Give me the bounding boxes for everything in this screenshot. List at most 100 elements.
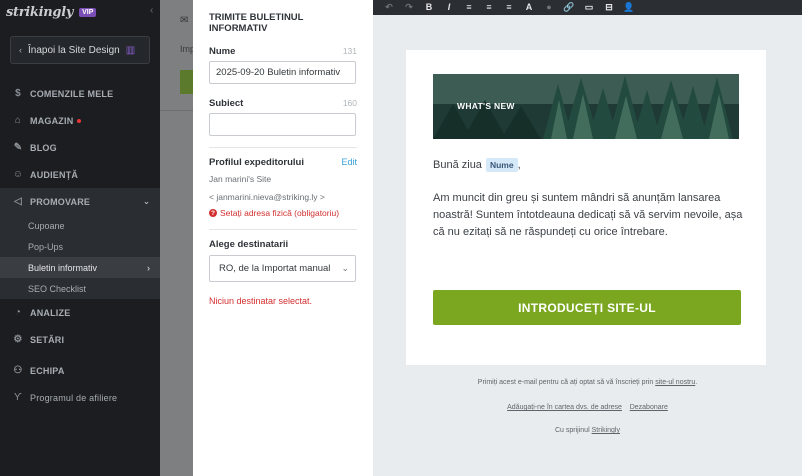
greeting-text: Bună ziua: [433, 159, 482, 171]
undo-icon[interactable]: ↶: [379, 0, 399, 15]
greeting-line[interactable]: Bună ziua Nume ,: [433, 158, 521, 172]
background-divider: [160, 110, 193, 111]
unsubscribe-link[interactable]: Dezabonare: [630, 404, 668, 411]
affiliate-icon: ϒ: [14, 392, 22, 403]
chevron-down-icon: ⌄: [341, 263, 349, 273]
person-icon[interactable]: 👤: [619, 0, 639, 15]
font-color-icon[interactable]: A: [519, 0, 539, 15]
subitem-label: Pop-Ups: [28, 241, 64, 252]
chart-icon: ◔: [14, 307, 22, 318]
question-icon: ?: [209, 209, 217, 217]
chevron-left-icon: ‹: [19, 45, 22, 55]
strikingly-link[interactable]: Strikingly: [592, 427, 620, 434]
sidebar-item-label: BLOG: [30, 142, 57, 153]
promotion-submenu: Cupoane Pop-Ups Buletin informativ › SEO…: [0, 215, 160, 299]
subitem-label: Cupoane: [28, 220, 65, 231]
footer-support-line: Cu sprijinul Strikingly: [373, 427, 802, 434]
recipients-selected-value: RO, de la Importat manual: [219, 263, 331, 274]
footer-links-line: Adăugați-ne în cartea dvs. de adrese Dez…: [373, 404, 802, 411]
sidebar-item-orders[interactable]: $ COMENZILE MELE: [0, 80, 160, 107]
sidebar-subitem-newsletter[interactable]: Buletin informativ ›: [0, 257, 160, 278]
panel-title: TRIMITE BULETINUL INFORMATIV: [209, 12, 304, 34]
sidebar-item-label: MAGAZIN: [30, 115, 74, 126]
sidebar-item-settings[interactable]: ⚙ SETĂRI: [0, 326, 160, 353]
sidebar-subitem-popups[interactable]: Pop-Ups: [0, 236, 160, 257]
footer-optin-line: Primiți acest e-mail pentru că ați optat…: [373, 379, 802, 386]
background-page-overlay[interactable]: ✉ Imp: [160, 0, 193, 476]
team-icon: ⚇: [13, 365, 23, 376]
align-left-icon[interactable]: ≡: [459, 0, 479, 15]
sender-email: < janmarini.nieva@striking.ly >: [209, 192, 325, 202]
align-center-icon[interactable]: ≡: [479, 0, 499, 15]
footer-optin-end: .: [695, 379, 698, 386]
link-icon[interactable]: 🔗: [559, 0, 579, 15]
gear-icon: ⚙: [13, 334, 23, 345]
enter-site-button[interactable]: INTRODUCEȚI SITE-UL: [433, 290, 741, 325]
name-merge-tag[interactable]: Nume: [485, 158, 518, 172]
subject-label-row: Subiect 160: [209, 98, 357, 109]
sidebar-item-affiliate-program[interactable]: ϒ Programul de afiliere: [0, 384, 160, 411]
strikingly-logo[interactable]: strikingly: [6, 5, 73, 20]
logo-row: strikingly VIP: [0, 0, 160, 24]
name-label: Nume: [209, 46, 236, 57]
sidebar-subitem-coupons[interactable]: Cupoane: [0, 215, 160, 236]
collapse-sidebar-icon[interactable]: ‹: [150, 5, 153, 16]
sidebar-item-analytics[interactable]: ◔ ANALIZE: [0, 299, 160, 326]
subject-input[interactable]: [209, 113, 356, 136]
chevron-down-icon: ⌄: [143, 197, 150, 206]
subject-label: Subiect: [209, 98, 244, 109]
subject-char-counter: 160: [342, 98, 357, 108]
banner-image[interactable]: WHAT'S NEW: [433, 74, 739, 139]
greeting-comma: ,: [517, 159, 521, 171]
sidebar-nav: $ COMENZILE MELE ⌂ MAGAZIN ✎ BLOG ☺ AUDI…: [0, 80, 160, 411]
name-char-counter: 131: [342, 46, 357, 56]
sidebar-item-label: ANALIZE: [30, 307, 71, 318]
back-to-site-design-button[interactable]: ‹ Înapoi la Site Design ▥: [10, 36, 150, 64]
button-icon[interactable]: ▭: [579, 0, 599, 15]
dollar-icon: $: [15, 88, 21, 99]
envelope-icon: ✉: [180, 15, 189, 26]
email-card: WHAT'S NEW Bună ziua Nume , Am muncit di…: [406, 50, 766, 365]
sidebar-item-label: AUDIENȚĂ: [30, 169, 79, 180]
sidebar-subitem-seo-checklist[interactable]: SEO Checklist: [0, 278, 160, 299]
recipients-label: Alege destinatarii: [209, 239, 289, 250]
email-body-text[interactable]: Am muncit din greu și suntem mândri să a…: [433, 190, 745, 241]
footer-optin-text: Primiți acest e-mail pentru că ați optat…: [477, 379, 656, 386]
highlight-icon[interactable]: ●: [539, 0, 559, 15]
chevron-right-icon: ›: [147, 262, 150, 273]
block-icon[interactable]: ⊟: [599, 0, 619, 15]
no-recipients-error: Niciun destinatar selectat.: [209, 296, 313, 306]
vip-badge: VIP: [79, 7, 97, 17]
sidebar: strikingly VIP ‹ ‹ Înapoi la Site Design…: [0, 0, 160, 476]
users-icon: ☺: [12, 169, 24, 180]
sidebar-item-team[interactable]: ⚇ ECHIPA: [0, 357, 160, 384]
notification-dot: [77, 118, 82, 123]
sender-label-row: Profilul expeditorului Edit: [209, 157, 357, 168]
recipients-label-row: Alege destinatarii: [209, 239, 357, 250]
name-input[interactable]: 2025-09-20 Buletin informativ: [209, 61, 356, 84]
editor-toolbar: ↶ ↷ B I ≡ ≡ ≡ A ● 🔗 ▭ ⊟ 👤: [373, 0, 802, 15]
edit-sender-link[interactable]: Edit: [341, 157, 357, 167]
background-text: Imp: [180, 44, 193, 54]
sidebar-item-label: Programul de afiliere: [30, 392, 118, 403]
physical-address-warning[interactable]: ? Setați adresa fizică (obligatoriu): [209, 208, 357, 218]
italic-icon[interactable]: I: [439, 0, 459, 15]
redo-icon[interactable]: ↷: [399, 0, 419, 15]
sidebar-item-label: ECHIPA: [30, 365, 65, 376]
name-label-row: Nume 131: [209, 46, 357, 57]
banner-title: WHAT'S NEW: [457, 101, 515, 111]
sidebar-item-store[interactable]: ⌂ MAGAZIN: [0, 107, 160, 134]
sidebar-item-label: SETĂRI: [30, 334, 65, 345]
bold-icon[interactable]: B: [419, 0, 439, 15]
divider: [209, 147, 357, 148]
our-site-link[interactable]: site-ul nostru: [655, 379, 695, 386]
recipients-select[interactable]: RO, de la Importat manual ⌄: [209, 255, 356, 282]
align-right-icon[interactable]: ≡: [499, 0, 519, 15]
sidebar-item-audience[interactable]: ☺ AUDIENȚĂ: [0, 161, 160, 188]
subitem-label: Buletin informativ: [28, 262, 98, 273]
background-green-button: [180, 70, 193, 94]
sidebar-item-promotion[interactable]: ◁ PROMOVARE ⌄: [0, 188, 160, 215]
subitem-label: SEO Checklist: [28, 283, 87, 294]
sidebar-item-blog[interactable]: ✎ BLOG: [0, 134, 160, 161]
add-to-address-book-link[interactable]: Adăugați-ne în cartea dvs. de adrese: [507, 404, 622, 411]
